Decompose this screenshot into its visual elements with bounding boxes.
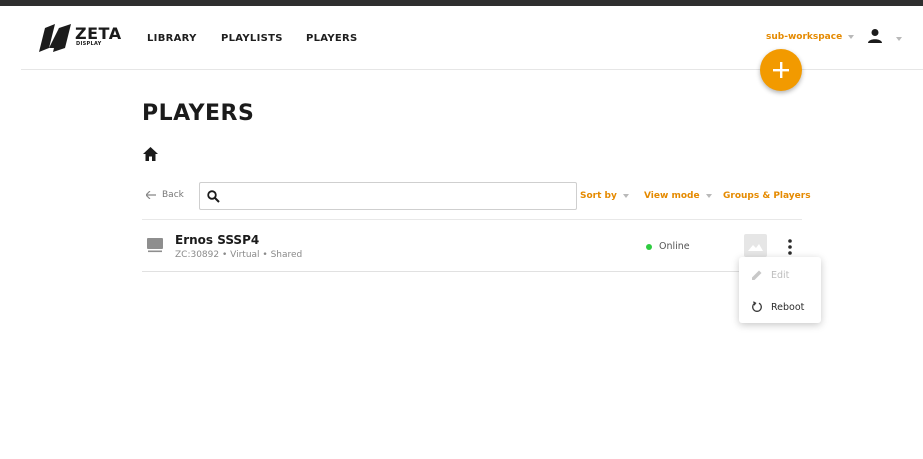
nav-players[interactable]: PLAYERS bbox=[306, 6, 358, 70]
groups-and-players-link[interactable]: Groups & Players bbox=[723, 191, 811, 201]
toolbar: Back Sort by View mode Groups & Players bbox=[142, 182, 811, 210]
zeta-display-logo[interactable]: ZETA DISPLAY bbox=[39, 22, 122, 54]
workspace-label: sub-workspace bbox=[766, 32, 843, 42]
menu-item-label: Reboot bbox=[771, 301, 805, 313]
back-label: Back bbox=[162, 190, 184, 200]
search-box[interactable] bbox=[199, 182, 577, 210]
reboot-icon bbox=[752, 301, 762, 312]
plus-icon bbox=[773, 62, 789, 78]
player-row[interactable]: Ernos SSSP4 ZC:30892 • Virtual • Shared … bbox=[142, 220, 802, 272]
monitor-icon bbox=[147, 238, 163, 253]
chevron-down-icon bbox=[705, 193, 712, 198]
zeta-logo-mark-icon bbox=[39, 24, 71, 52]
search-icon bbox=[207, 190, 220, 203]
search-input[interactable] bbox=[228, 185, 573, 207]
status-badge: Online bbox=[646, 241, 690, 252]
user-icon[interactable] bbox=[867, 28, 883, 44]
brand-tagline: DISPLAY bbox=[76, 41, 102, 47]
home-icon[interactable] bbox=[143, 147, 158, 161]
view-mode-dropdown[interactable]: View mode bbox=[644, 191, 712, 201]
player-meta: ZC:30892 • Virtual • Shared bbox=[175, 250, 303, 260]
image-placeholder-icon bbox=[748, 244, 763, 251]
sort-by-dropdown[interactable]: Sort by bbox=[580, 191, 629, 201]
menu-item-edit[interactable]: Edit bbox=[739, 261, 821, 289]
add-fab-button[interactable] bbox=[760, 49, 802, 91]
context-menu: Edit Reboot bbox=[739, 257, 821, 323]
menu-item-label: Edit bbox=[771, 269, 790, 281]
chevron-down-icon bbox=[622, 193, 629, 198]
view-mode-label: View mode bbox=[644, 191, 700, 201]
chevron-down-icon bbox=[848, 34, 855, 39]
nav-library[interactable]: LIBRARY bbox=[147, 6, 197, 70]
player-name[interactable]: Ernos SSSP4 bbox=[175, 233, 259, 247]
brand-name: ZETA bbox=[75, 24, 122, 43]
page-title: PLAYERS bbox=[142, 101, 255, 126]
sort-by-label: Sort by bbox=[580, 191, 617, 201]
more-options-icon[interactable] bbox=[782, 237, 798, 257]
back-button[interactable]: Back bbox=[146, 190, 184, 200]
pencil-icon bbox=[752, 270, 762, 280]
status-label: Online bbox=[659, 241, 690, 252]
status-dot bbox=[646, 243, 652, 250]
arrow-left-icon bbox=[146, 191, 156, 199]
user-menu-chevron-icon[interactable] bbox=[896, 37, 902, 41]
menu-item-reboot[interactable]: Reboot bbox=[739, 293, 821, 321]
nav-playlists[interactable]: PLAYLISTS bbox=[221, 6, 283, 70]
player-thumbnail bbox=[744, 234, 767, 257]
workspace-selector[interactable]: sub-workspace bbox=[766, 32, 855, 42]
